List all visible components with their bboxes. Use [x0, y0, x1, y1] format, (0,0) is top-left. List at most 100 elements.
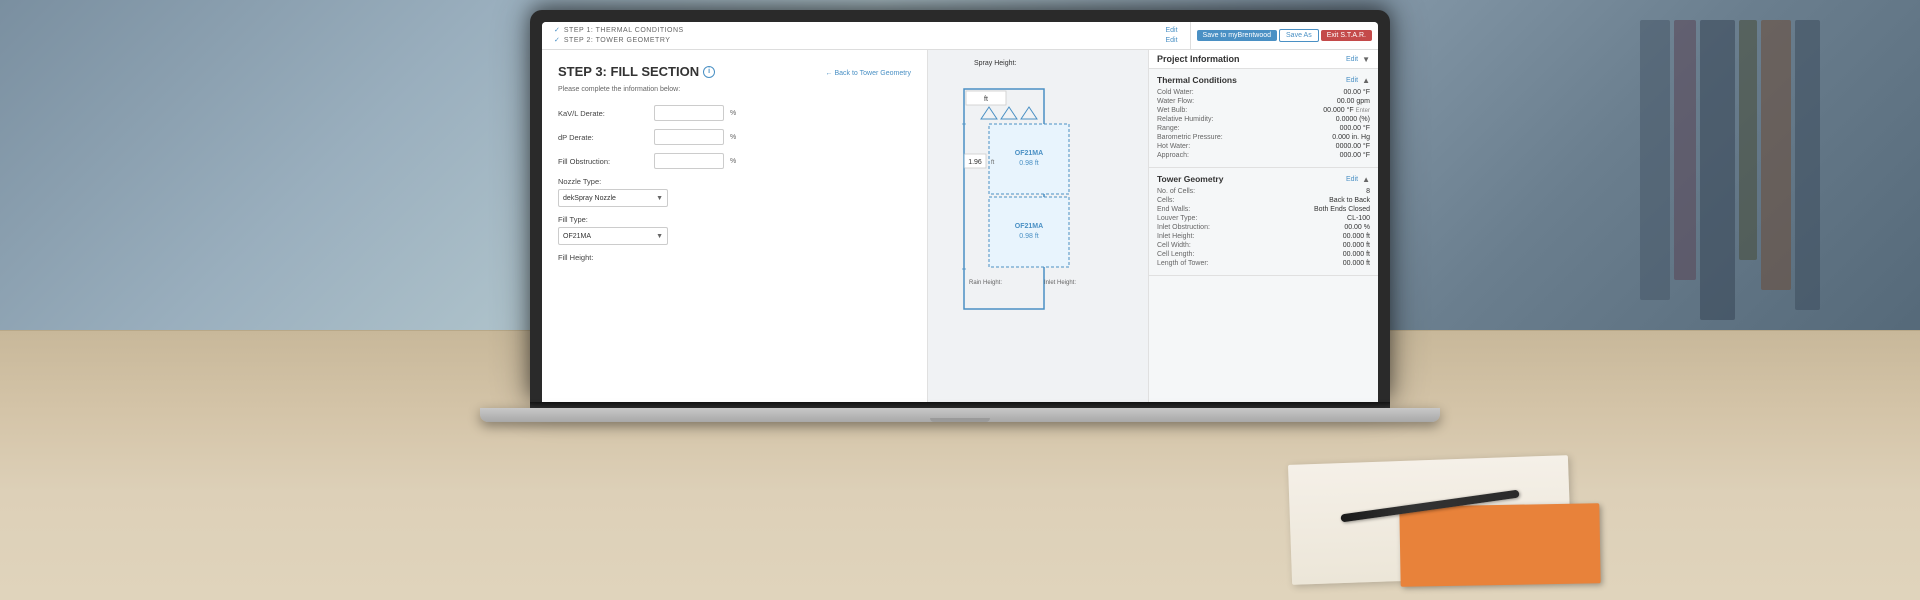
hot-water-key: Hot Water:	[1157, 143, 1190, 150]
inlet-obstruction-key: Inlet Obstruction:	[1157, 224, 1210, 231]
spray-height-label: Spray Height:	[974, 60, 1142, 67]
end-walls-key: End Walls:	[1157, 206, 1190, 213]
water-flow-val: 00.00 gpm	[1337, 98, 1370, 105]
num-cells-row: No. of Cells: 8	[1157, 188, 1370, 195]
laptop-base	[480, 408, 1440, 422]
dp-derate-row: dP Derate: %	[558, 129, 911, 145]
right-panel: Project Information Edit ▼ Thermal Condi…	[1148, 50, 1378, 402]
thermal-conditions-toggle-icon[interactable]: ▲	[1362, 76, 1370, 85]
project-info-edit-link[interactable]: Edit	[1346, 56, 1358, 63]
save-mybrentwood-button[interactable]: Save to myBrentwood	[1197, 30, 1277, 41]
nav-buttons: Save to myBrentwood Save As Exit S.T.A.R…	[1191, 22, 1378, 49]
tower-length-row: Length of Tower: 00.000 ft	[1157, 260, 1370, 267]
fill-obstruction-label: Fill Obstruction:	[558, 157, 648, 166]
laptop: ✓ STEP 1: THERMAL CONDITIONS Edit ✓ STEP…	[480, 10, 1440, 422]
approach-val: 000.00 °F	[1340, 152, 1370, 159]
svg-text:Rain Height:: Rain Height:	[969, 280, 1002, 286]
cold-water-val: 00.00 °F	[1343, 89, 1370, 96]
diagram-panel: Spray Height: ft OF21	[928, 50, 1148, 402]
nozzle-type-label: Nozzle Type:	[558, 177, 911, 186]
fill-type-select[interactable]: OF21MA ▼	[558, 227, 668, 245]
dp-derate-input[interactable]	[654, 129, 724, 145]
project-info-dropdown-icon[interactable]: ▼	[1362, 55, 1370, 64]
fill-type-dropdown-arrow-icon: ▼	[656, 233, 663, 240]
svg-text:ft: ft	[984, 96, 988, 103]
tower-geometry-toggle-icon[interactable]: ▲	[1362, 175, 1370, 184]
rel-humidity-key: Relative Humidity:	[1157, 116, 1213, 123]
fill-height-label: Fill Height:	[558, 253, 911, 262]
project-info-title: Project Information	[1157, 54, 1346, 64]
svg-text:OF21MA: OF21MA	[1015, 223, 1043, 230]
thermal-conditions-header: Thermal Conditions Edit ▲	[1157, 75, 1370, 85]
wet-bulb-key: Wet Bulb:	[1157, 107, 1187, 114]
barometric-val: 0.000 in. Hg	[1332, 134, 1370, 141]
svg-text:OF21MA: OF21MA	[1015, 150, 1043, 157]
kav-derate-row: KaV/L Derate: %	[558, 105, 911, 121]
cells-val: Back to Back	[1329, 197, 1370, 204]
rel-humidity-row: Relative Humidity: 0.0000 (%)	[1157, 116, 1370, 123]
tower-geometry-title: Tower Geometry	[1157, 174, 1346, 184]
background-books	[1640, 20, 1820, 320]
step2-nav: ✓ STEP 2: TOWER GEOMETRY Edit	[554, 36, 1178, 46]
svg-text:0.98 ft: 0.98 ft	[1019, 233, 1039, 240]
inlet-obstruction-val: 00.00 %	[1344, 224, 1370, 231]
step1-check-icon: ✓	[554, 26, 560, 36]
thermal-conditions-title: Thermal Conditions	[1157, 75, 1346, 85]
cell-width-key: Cell Width:	[1157, 242, 1191, 249]
back-to-geometry-link[interactable]: ← Back to Tower Geometry	[826, 70, 911, 77]
tower-length-val: 00.000 ft	[1343, 260, 1370, 267]
tower-geometry-edit-link[interactable]: Edit	[1346, 176, 1358, 183]
exit-star-button[interactable]: Exit S.T.A.R.	[1321, 30, 1372, 41]
kav-derate-label: KaV/L Derate:	[558, 109, 648, 118]
approach-row: Approach: 000.00 °F	[1157, 152, 1370, 159]
svg-text:1.96: 1.96	[968, 159, 982, 166]
left-panel: STEP 3: FILL SECTION i ← Back to Tower G…	[542, 50, 928, 402]
wet-bulb-row: Wet Bulb: 00.000 °F Enter	[1157, 107, 1370, 114]
save-as-button[interactable]: Save As	[1279, 29, 1319, 42]
cell-width-row: Cell Width: 00.000 ft	[1157, 242, 1370, 249]
tower-geometry-fields: No. of Cells: 8 Cells: Back to Back End …	[1157, 188, 1370, 267]
fill-obstruction-input[interactable]	[654, 153, 724, 169]
step1-nav: ✓ STEP 1: THERMAL CONDITIONS Edit	[554, 26, 1178, 36]
hot-water-row: Hot Water: 0000.00 °F	[1157, 143, 1370, 150]
kav-derate-input[interactable]	[654, 105, 724, 121]
inlet-height-row: Inlet Height: 00.000 ft	[1157, 233, 1370, 240]
dp-derate-label: dP Derate:	[558, 133, 648, 142]
nav-steps: ✓ STEP 1: THERMAL CONDITIONS Edit ✓ STEP…	[542, 22, 1191, 49]
svg-text:Inlet Height:: Inlet Height:	[1044, 280, 1076, 286]
thermal-conditions-edit-link[interactable]: Edit	[1346, 77, 1358, 84]
kav-derate-unit: %	[730, 110, 736, 117]
step2-edit-link[interactable]: Edit	[1165, 36, 1177, 46]
thermal-conditions-section: Thermal Conditions Edit ▲ Cold Water: 00…	[1149, 69, 1378, 168]
water-flow-row: Water Flow: 00.00 gpm	[1157, 98, 1370, 105]
step2-check-icon: ✓	[554, 36, 560, 46]
num-cells-val: 8	[1366, 188, 1370, 195]
fill-section-diagram: ft OF21MA 0.98 ft 1.96 ft	[934, 69, 1134, 339]
page-title: STEP 3: FILL SECTION i	[558, 64, 715, 79]
fill-obstruction-unit: %	[730, 158, 736, 165]
barometric-key: Barometric Pressure:	[1157, 134, 1223, 141]
step1-edit-link[interactable]: Edit	[1165, 26, 1177, 36]
cold-water-row: Cold Water: 00.00 °F	[1157, 89, 1370, 96]
project-info-section: Project Information Edit ▼	[1149, 50, 1378, 69]
tower-geometry-section: Tower Geometry Edit ▲ No. of Cells: 8 Ce…	[1149, 168, 1378, 276]
fill-type-value: OF21MA	[563, 233, 652, 240]
rel-humidity-val: 0.0000 (%)	[1336, 116, 1370, 123]
form-subtitle: Please complete the information below:	[558, 86, 911, 93]
cold-water-key: Cold Water:	[1157, 89, 1194, 96]
cell-length-val: 00.000 ft	[1343, 251, 1370, 258]
tower-length-key: Length of Tower:	[1157, 260, 1209, 267]
notebook-orange	[1399, 503, 1600, 586]
cell-width-val: 00.000 ft	[1343, 242, 1370, 249]
inlet-height-key: Inlet Height:	[1157, 233, 1194, 240]
step2-label: STEP 2: TOWER GEOMETRY	[564, 36, 671, 46]
nozzle-dropdown-arrow-icon: ▼	[656, 195, 663, 202]
barometric-row: Barometric Pressure: 0.000 in. Hg	[1157, 134, 1370, 141]
info-icon: i	[703, 66, 715, 78]
laptop-screen-bezel: ✓ STEP 1: THERMAL CONDITIONS Edit ✓ STEP…	[530, 10, 1390, 402]
cell-length-key: Cell Length:	[1157, 251, 1194, 258]
nozzle-type-select[interactable]: dekSpray Nozzle ▼	[558, 189, 668, 207]
range-row: Range: 000.00 °F	[1157, 125, 1370, 132]
inlet-obstruction-row: Inlet Obstruction: 00.00 %	[1157, 224, 1370, 231]
cells-key: Cells:	[1157, 197, 1175, 204]
